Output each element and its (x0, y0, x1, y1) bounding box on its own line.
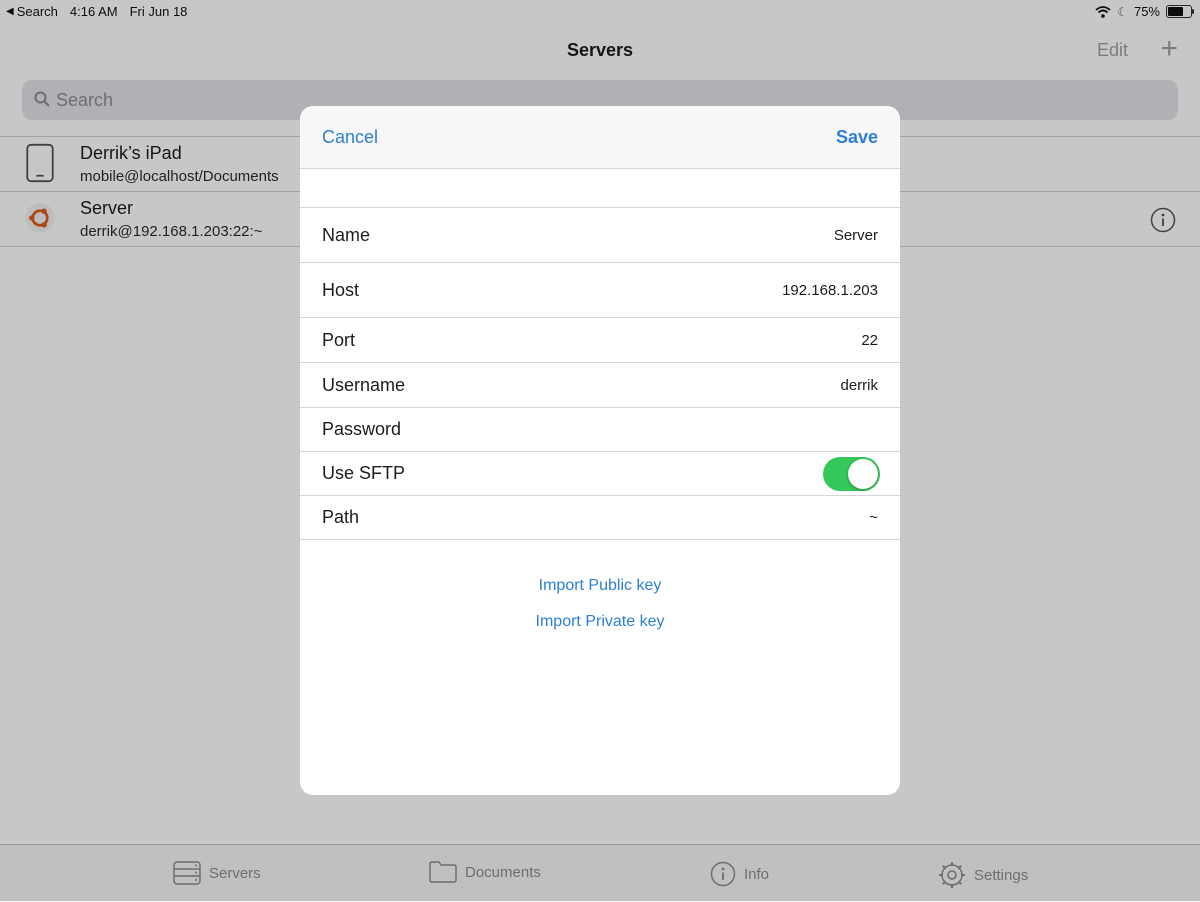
import-private-key-link[interactable]: Import Private key (300, 613, 900, 631)
field-label: Use SFTP (322, 463, 406, 483)
name-field[interactable]: Name Server (300, 208, 900, 263)
field-value[interactable]: Server (834, 227, 878, 244)
field-value[interactable]: ~ (869, 509, 878, 526)
port-field[interactable]: Port 22 (300, 318, 900, 363)
sftp-toggle[interactable] (823, 457, 880, 491)
field-label: Port (322, 330, 356, 350)
field-label: Name (322, 225, 371, 245)
field-value[interactable]: 192.168.1.203 (782, 282, 878, 299)
save-button[interactable]: Save (836, 127, 878, 148)
field-label: Host (322, 280, 360, 300)
field-value[interactable]: 22 (861, 332, 878, 349)
field-value[interactable]: derrik (840, 377, 878, 394)
cancel-button[interactable]: Cancel (322, 127, 378, 148)
username-field[interactable]: Username derrik (300, 363, 900, 408)
use-sftp-row: Use SFTP (300, 452, 900, 496)
section-spacer (300, 169, 900, 208)
edit-server-modal: Cancel Save Name Server Host 192.168.1.2… (300, 106, 900, 795)
field-label: Path (322, 507, 360, 527)
toggle-knob (848, 459, 878, 489)
field-label: Username (322, 375, 406, 395)
modal-header: Cancel Save (300, 106, 900, 169)
import-public-key-link[interactable]: Import Public key (300, 577, 900, 595)
field-label: Password (322, 419, 402, 439)
password-field[interactable]: Password (300, 408, 900, 452)
host-field[interactable]: Host 192.168.1.203 (300, 263, 900, 318)
path-field[interactable]: Path ~ (300, 496, 900, 540)
